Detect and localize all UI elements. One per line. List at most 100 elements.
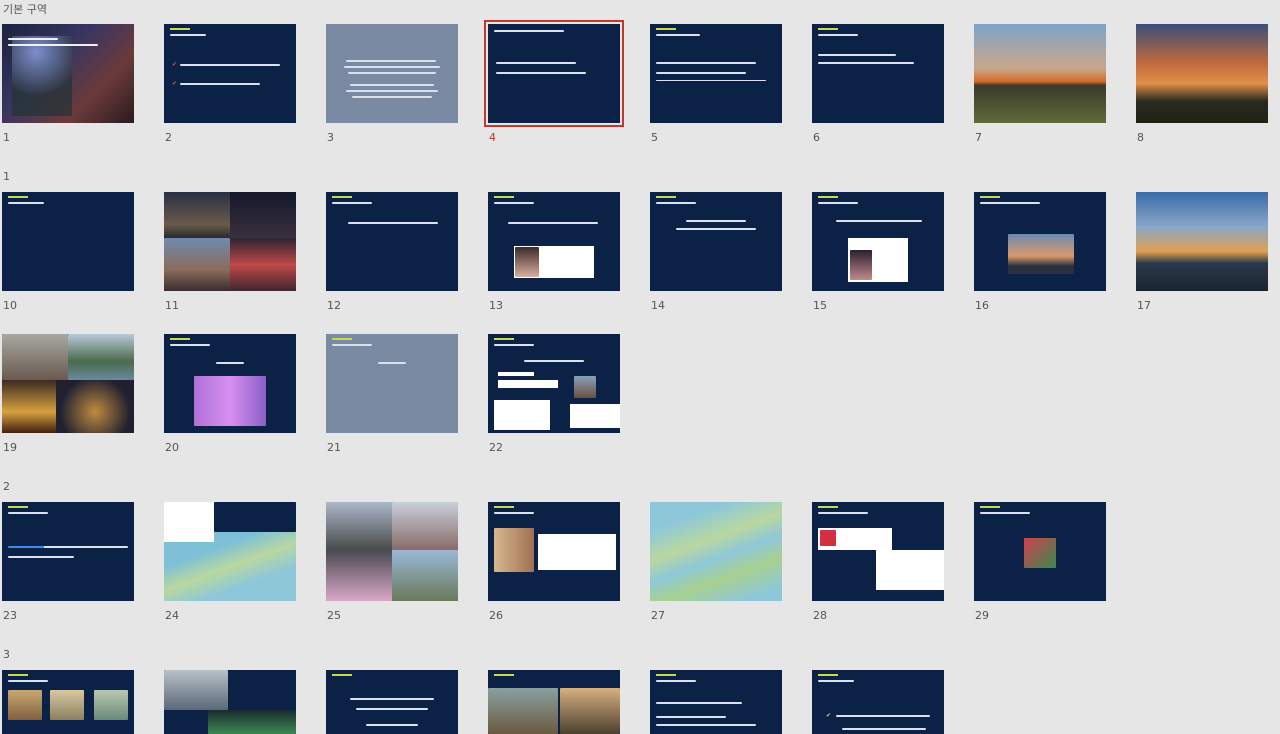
check-icon: ✔ bbox=[172, 80, 178, 87]
concert-image bbox=[12, 36, 72, 116]
text-line bbox=[180, 64, 280, 66]
slide-number: 25 bbox=[327, 609, 341, 622]
accent-tag bbox=[656, 28, 676, 30]
text-line bbox=[332, 344, 372, 346]
slide-thumbnail-29[interactable] bbox=[974, 502, 1106, 601]
accent-tag bbox=[494, 338, 514, 340]
slide-thumbnail-17[interactable] bbox=[1136, 192, 1268, 291]
text-line bbox=[818, 34, 858, 36]
slide-thumbnail-10[interactable] bbox=[2, 192, 134, 291]
accent-tag bbox=[818, 506, 838, 508]
text-line bbox=[656, 62, 756, 64]
text-line bbox=[350, 84, 434, 86]
slide-thumbnail-1[interactable] bbox=[2, 24, 134, 123]
band-photo bbox=[494, 528, 534, 572]
building-image bbox=[574, 376, 596, 398]
text-line bbox=[352, 96, 432, 98]
slide-number: 27 bbox=[651, 609, 665, 622]
slide-thumbnail-27[interactable] bbox=[650, 502, 782, 601]
slide-thumbnail-5[interactable] bbox=[650, 24, 782, 123]
info-card bbox=[538, 534, 616, 570]
accent-tag bbox=[656, 674, 676, 676]
slide-thumbnail-15[interactable] bbox=[812, 192, 944, 291]
slide-number: 16 bbox=[975, 299, 989, 312]
screenshot-card bbox=[498, 372, 534, 376]
text-line bbox=[366, 724, 418, 726]
section-title-2[interactable]: 2 bbox=[3, 480, 10, 493]
accent-tag bbox=[818, 674, 838, 676]
slide-thumbnail-11[interactable] bbox=[164, 192, 296, 291]
text-line bbox=[686, 220, 746, 222]
accent-tag bbox=[818, 196, 838, 198]
slide-thumbnail-24[interactable] bbox=[164, 502, 296, 601]
city-image bbox=[230, 238, 296, 291]
accent-tag bbox=[332, 196, 352, 198]
slide-thumbnail-3[interactable] bbox=[326, 24, 458, 123]
slide-thumbnail-23[interactable] bbox=[2, 502, 134, 601]
slide-thumbnail-19[interactable] bbox=[2, 334, 134, 433]
slide-thumbnail-12[interactable] bbox=[326, 192, 458, 291]
portrait-image bbox=[94, 690, 128, 720]
slide-thumbnail-6[interactable] bbox=[812, 24, 944, 123]
terrace-image bbox=[488, 688, 558, 734]
accent-tag bbox=[8, 506, 28, 508]
section-title-default[interactable]: 기본 구역 bbox=[3, 1, 47, 17]
text-line bbox=[346, 60, 436, 62]
text-line bbox=[818, 512, 868, 514]
slide-thumbnail-8[interactable] bbox=[1136, 24, 1268, 123]
city-image bbox=[164, 238, 230, 291]
text-line bbox=[494, 512, 534, 514]
slide-thumbnail-16[interactable] bbox=[974, 192, 1106, 291]
accent-tag bbox=[170, 338, 190, 340]
text-line bbox=[676, 228, 756, 230]
river-image bbox=[560, 688, 620, 734]
text-line bbox=[180, 83, 260, 85]
accent-tag bbox=[8, 674, 28, 676]
slide-thumbnail-2[interactable]: ✔ ✔ bbox=[164, 24, 296, 123]
slide-thumbnail-partial-4[interactable] bbox=[488, 670, 620, 734]
slide-thumbnail-14[interactable] bbox=[650, 192, 782, 291]
text-line bbox=[378, 362, 406, 364]
accent-tag bbox=[8, 196, 28, 198]
text-line bbox=[494, 30, 564, 32]
text-line bbox=[332, 202, 372, 204]
slide-thumbnail-partial-5[interactable] bbox=[650, 670, 782, 734]
slide-thumbnail-7[interactable] bbox=[974, 24, 1106, 123]
slide-number: 8 bbox=[1137, 131, 1144, 144]
section-title-1[interactable]: 1 bbox=[3, 170, 10, 183]
slide-thumbnail-13[interactable] bbox=[488, 192, 620, 291]
slide-thumbnail-25[interactable] bbox=[326, 502, 458, 601]
section-title-3[interactable]: 3 bbox=[3, 648, 10, 661]
text-line bbox=[818, 680, 854, 682]
text-line bbox=[8, 202, 44, 204]
slide-number: 5 bbox=[651, 131, 658, 144]
slide-thumbnail-partial-6[interactable]: ✔ bbox=[812, 670, 944, 734]
navy-block bbox=[214, 502, 296, 532]
text-line bbox=[346, 90, 438, 92]
text-line bbox=[656, 716, 726, 718]
slide-thumbnail-21[interactable] bbox=[326, 334, 458, 433]
flower-image bbox=[326, 550, 392, 601]
slide-thumbnail-20[interactable] bbox=[164, 334, 296, 433]
text-line bbox=[356, 708, 428, 710]
text-line bbox=[836, 715, 930, 717]
slide-number: 12 bbox=[327, 299, 341, 312]
text-line bbox=[656, 702, 742, 704]
city-night-image bbox=[56, 380, 134, 433]
slide-thumbnail-26[interactable] bbox=[488, 502, 620, 601]
landscape-image bbox=[68, 334, 134, 380]
city-image bbox=[230, 192, 296, 238]
slide-number: 3 bbox=[327, 131, 334, 144]
slide-thumbnail-28[interactable] bbox=[812, 502, 944, 601]
text-line bbox=[348, 222, 438, 224]
slide-thumbnail-partial-2[interactable] bbox=[164, 670, 296, 734]
slide-thumbnail-partial-3[interactable] bbox=[326, 670, 458, 734]
map-image bbox=[164, 532, 296, 601]
slide-thumbnail-22[interactable] bbox=[488, 334, 620, 433]
text-line bbox=[494, 202, 534, 204]
slide-thumbnail-4[interactable] bbox=[484, 20, 624, 127]
slide-thumbnail-partial-1[interactable] bbox=[2, 670, 134, 734]
screenshot-card bbox=[570, 404, 620, 428]
text-line bbox=[8, 680, 48, 682]
slide-number: 19 bbox=[3, 441, 17, 454]
